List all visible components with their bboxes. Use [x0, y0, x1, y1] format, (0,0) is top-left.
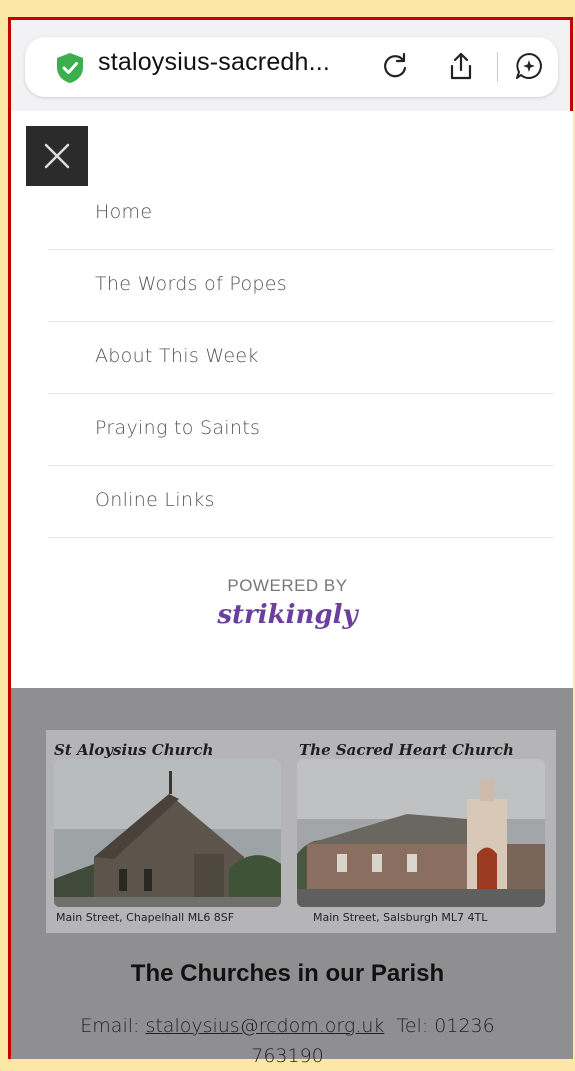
- nav-item-label: The Words of Popes: [95, 273, 287, 295]
- nav-item-praying-to-saints[interactable]: Praying to Saints: [48, 393, 554, 466]
- toolbar-divider: [497, 52, 498, 82]
- church-name: The Sacred Heart Church: [299, 741, 514, 759]
- close-icon: [44, 143, 70, 169]
- nav-item-label: Online Links: [95, 489, 215, 511]
- assistant-icon[interactable]: [514, 51, 544, 81]
- nav-item-label: Home: [95, 201, 153, 223]
- nav-item-label: Praying to Saints: [95, 417, 261, 439]
- share-icon[interactable]: [446, 51, 476, 81]
- strikingly-logo[interactable]: strikingly: [0, 600, 575, 630]
- church-address: Main Street, Chapelhall ML6 8SF: [56, 911, 235, 924]
- parish-heading: The Churches in our Parish: [130, 960, 445, 987]
- st-aloysius-church-photo: [54, 759, 281, 907]
- church-address: Main Street, Salsburgh ML7 4TL: [313, 911, 488, 924]
- reload-icon[interactable]: [380, 51, 410, 81]
- sacred-heart-church-photo: [297, 759, 545, 907]
- url-text[interactable]: staloysius-sacredh...: [98, 48, 330, 77]
- telephone-label: Tel: 01236: [396, 1015, 495, 1037]
- shield-check-icon: [57, 53, 83, 83]
- email-label: Email:: [80, 1015, 140, 1037]
- nav-item-label: About This Week: [95, 345, 259, 367]
- nav-item-home[interactable]: Home: [48, 177, 554, 250]
- telephone-number: 763190: [251, 1045, 324, 1067]
- contact-info: Email: staloysius@rcdom.org.uk Tel: 0123…: [0, 1011, 575, 1071]
- church-name: St Aloysius Church: [54, 741, 214, 759]
- nav-item-words-of-popes[interactable]: The Words of Popes: [48, 249, 554, 322]
- email-link[interactable]: staloysius@rcdom.org.uk: [145, 1015, 384, 1037]
- powered-by-label: POWERED BY: [227, 576, 348, 595]
- nav-item-online-links[interactable]: Online Links: [48, 465, 554, 538]
- nav-item-about-this-week[interactable]: About This Week: [48, 321, 554, 394]
